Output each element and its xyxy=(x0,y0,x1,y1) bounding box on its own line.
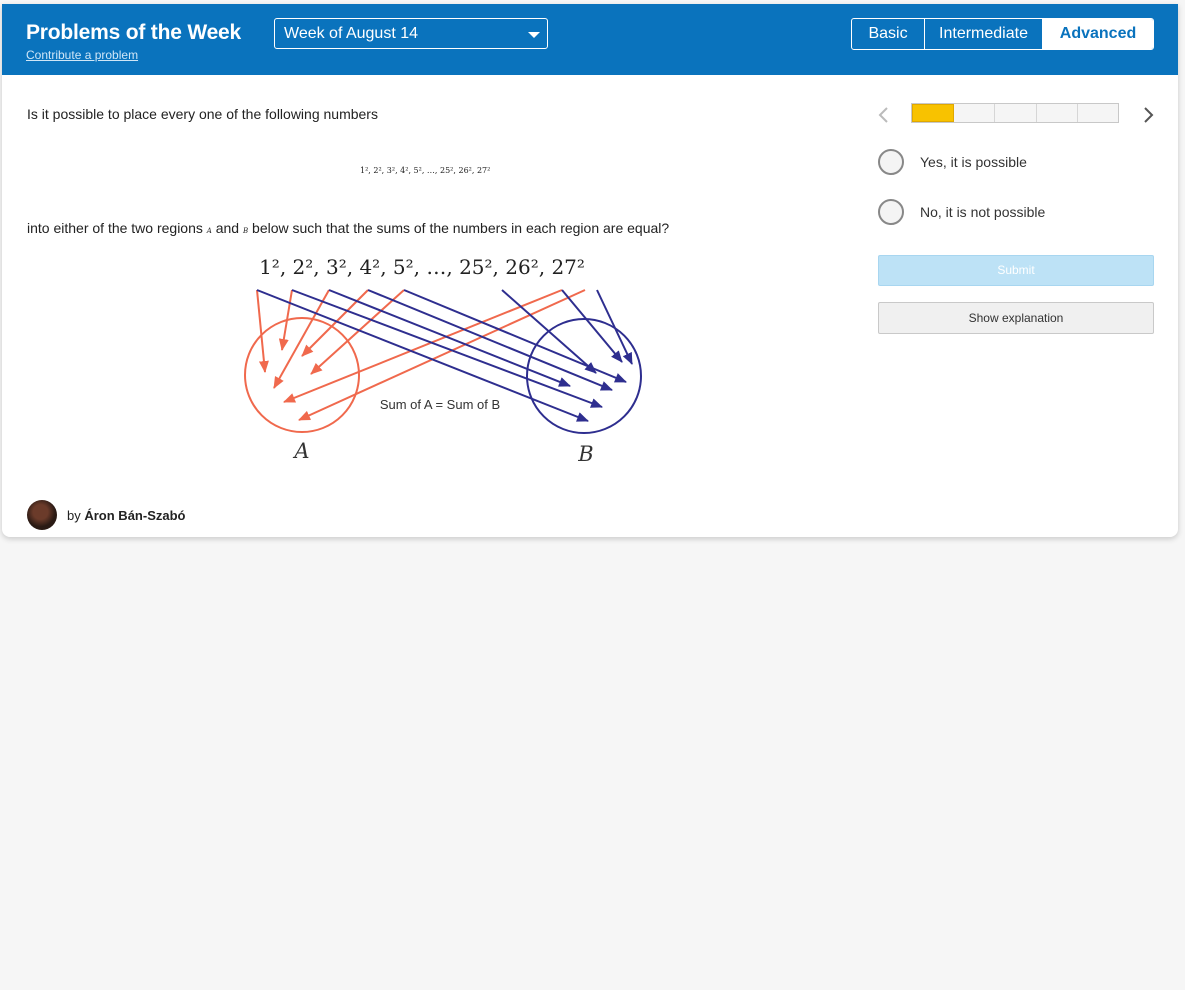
question-number-list: 1², 2², 3², 4², 5², …, 25², 26², 27² xyxy=(360,166,491,175)
option-no-label: No, it is not possible xyxy=(920,204,1046,220)
question-main-start: into either of the two regions xyxy=(27,220,207,236)
progress-segment xyxy=(1078,104,1118,122)
question-intro: Is it possible to place every one of the… xyxy=(27,106,378,122)
contribute-link[interactable]: Contribute a problem xyxy=(26,48,138,62)
page-title: Problems of the Week xyxy=(26,21,242,44)
diagram-sum-label: Sum of A = Sum of B xyxy=(380,397,500,412)
progress-bar xyxy=(911,103,1119,123)
author-byline: by Áron Bán-Szabó xyxy=(67,508,185,523)
progress-segment xyxy=(912,104,955,122)
question-main-and: and xyxy=(211,220,243,236)
progress-segment xyxy=(995,104,1037,122)
question-main: into either of the two regions A and B b… xyxy=(27,220,669,236)
level-tabs: Basic Intermediate Advanced xyxy=(851,18,1154,50)
question-main-end: below such that the sums of the numbers … xyxy=(248,220,670,236)
progress-segment xyxy=(1037,104,1078,122)
caret-down-icon xyxy=(528,32,540,38)
chevron-right-icon[interactable] xyxy=(1142,105,1156,125)
option-no[interactable]: No, it is not possible xyxy=(878,198,1045,226)
problem-card: Problems of the Week Contribute a proble… xyxy=(2,4,1178,537)
author-avatar xyxy=(27,500,57,530)
diagram-label-a: A xyxy=(292,439,309,463)
tab-advanced[interactable]: Advanced xyxy=(1043,19,1153,49)
byline-prefix: by xyxy=(67,508,81,523)
venn-diagram: 1², 2², 3², 4², 5², …, 25², 26², 27² Sum… xyxy=(244,255,642,466)
header-bar: Problems of the Week Contribute a proble… xyxy=(2,4,1178,75)
chevron-left-icon[interactable] xyxy=(876,105,890,125)
author-name[interactable]: Áron Bán-Szabó xyxy=(84,508,185,523)
week-select[interactable]: Week of August 14 xyxy=(274,18,548,49)
show-explanation-button[interactable]: Show explanation xyxy=(878,302,1154,334)
radio-button[interactable] xyxy=(878,199,904,225)
diagram-label-b: B xyxy=(577,442,593,466)
week-select-value: Week of August 14 xyxy=(284,25,419,42)
diagram-number-list: 1², 2², 3², 4², 5², …, 25², 26², 27² xyxy=(259,255,585,279)
option-yes[interactable]: Yes, it is possible xyxy=(878,148,1027,176)
option-yes-label: Yes, it is possible xyxy=(920,154,1027,170)
progress-segment xyxy=(954,104,996,122)
radio-button[interactable] xyxy=(878,149,904,175)
tab-basic[interactable]: Basic xyxy=(852,19,925,49)
tab-intermediate[interactable]: Intermediate xyxy=(925,19,1043,49)
submit-button[interactable]: Submit xyxy=(878,255,1154,286)
